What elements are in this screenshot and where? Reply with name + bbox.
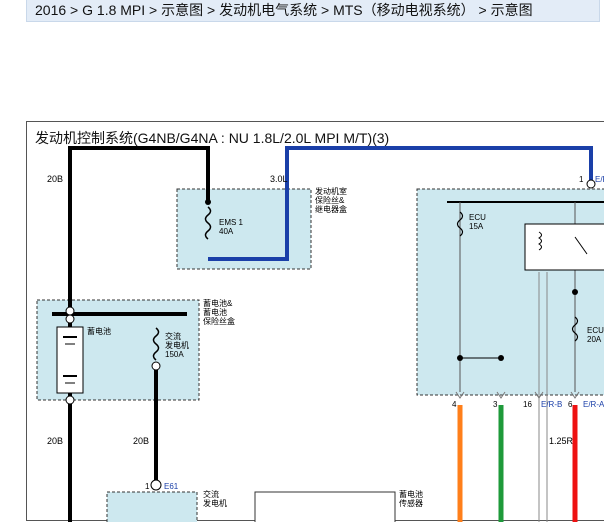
connector-label-e61: E61 xyxy=(164,482,179,491)
wire-label-3-0l: 3.0L xyxy=(270,174,288,184)
pin-label-1-e61: 1 xyxy=(145,482,150,491)
connector-pin xyxy=(586,179,596,189)
fuse-label-alternator-1: 交流 xyxy=(165,331,181,341)
relay-icon xyxy=(524,223,604,271)
connector-pin xyxy=(150,479,162,491)
fuse-label-alternator-3: 150A xyxy=(165,350,184,359)
box-label-battery-2: 蓄电池 xyxy=(203,307,227,317)
wire-label-20b-top: 20B xyxy=(47,174,63,184)
pin-label-3: 3 xyxy=(493,400,498,409)
wire-label-20b-mid: 20B xyxy=(133,436,149,446)
alternator-box xyxy=(106,491,198,522)
pin-label-4: 4 xyxy=(452,400,457,409)
pin-label-16: 16 xyxy=(523,400,532,409)
connector-pin xyxy=(65,306,75,316)
breadcrumb-separator: > xyxy=(145,2,162,18)
wiring-diagram: 发动机控制系统(G4NB/G4NA : NU 1.8L/2.0L MPI M/T… xyxy=(26,121,604,522)
fuse-label-ems1: EMS 1 xyxy=(219,218,244,227)
breadcrumb-item-engine-electrical[interactable]: 发动机电气系统 xyxy=(219,2,317,18)
box-label-engine-room-3: 继电器盒 xyxy=(315,204,347,214)
breadcrumb-separator: > xyxy=(474,2,491,18)
breadcrumb-separator: > xyxy=(203,2,220,18)
breadcrumb-item-current[interactable]: 示意图 xyxy=(491,2,533,18)
breadcrumb: 2016 > G 1.8 MPI > 示意图 > 发动机电气系统 > MTS（移… xyxy=(26,0,600,22)
junction-dot xyxy=(498,355,504,361)
box-label-alternator-2: 发电机 xyxy=(203,498,227,508)
fuse-label-ecu15: ECU xyxy=(469,213,486,222)
fuse-label-ecu20-rating: 20A xyxy=(587,335,602,344)
fuse-label-ecu20: ECU xyxy=(587,326,604,335)
breadcrumb-item-mts[interactable]: MTS（移动电视系统） xyxy=(333,2,475,18)
battery-label: 蓄电池 xyxy=(87,326,111,336)
junction-dot xyxy=(457,355,463,361)
connector-pin xyxy=(65,395,75,405)
pin-label-6: 6 xyxy=(568,400,573,409)
connector-pin xyxy=(205,199,211,205)
battery-sensor-box xyxy=(254,491,396,522)
fuse-label-ecu15-rating: 15A xyxy=(469,222,484,231)
connector-pin xyxy=(65,314,75,324)
fuse-label-ems1-rating: 40A xyxy=(219,227,234,236)
connector-label-er-b: E/R-B xyxy=(541,400,562,409)
junction-dot xyxy=(572,289,578,295)
box-label-engine-room-1: 发动机室 xyxy=(315,186,347,196)
box-label-engine-room-2: 保险丝& xyxy=(315,195,345,205)
pin-label-1-er: 1 xyxy=(579,175,584,184)
connector-label-er-a: E/R-A xyxy=(583,400,604,409)
wire-label-1-25r: 1.25R xyxy=(549,436,574,446)
wire-label-20b-left: 20B xyxy=(47,436,63,446)
connector-label-er: E/R xyxy=(595,175,604,184)
box-label-battery-sensor-1: 蓄电池 xyxy=(399,489,423,499)
breadcrumb-item-schematic[interactable]: 示意图 xyxy=(161,2,203,18)
breadcrumb-item-model[interactable]: G 1.8 MPI xyxy=(82,2,145,18)
box-label-alternator-1: 交流 xyxy=(203,489,219,499)
fuse-label-alternator-2: 发电机 xyxy=(165,340,189,350)
box-label-battery-sensor-2: 传感器 xyxy=(399,498,423,508)
breadcrumb-separator: > xyxy=(66,2,83,18)
box-label-battery-3: 保险丝盒 xyxy=(203,316,235,326)
breadcrumb-item-year[interactable]: 2016 xyxy=(35,2,66,18)
connector-pin xyxy=(151,361,161,371)
wiring-svg: 20B 3.0L 发动机室 保险丝& 继电器盒 EMS 1 40A ECU 15… xyxy=(36,146,604,522)
box-label-battery-1: 蓄电池& xyxy=(203,298,233,308)
breadcrumb-separator: > xyxy=(317,2,334,18)
